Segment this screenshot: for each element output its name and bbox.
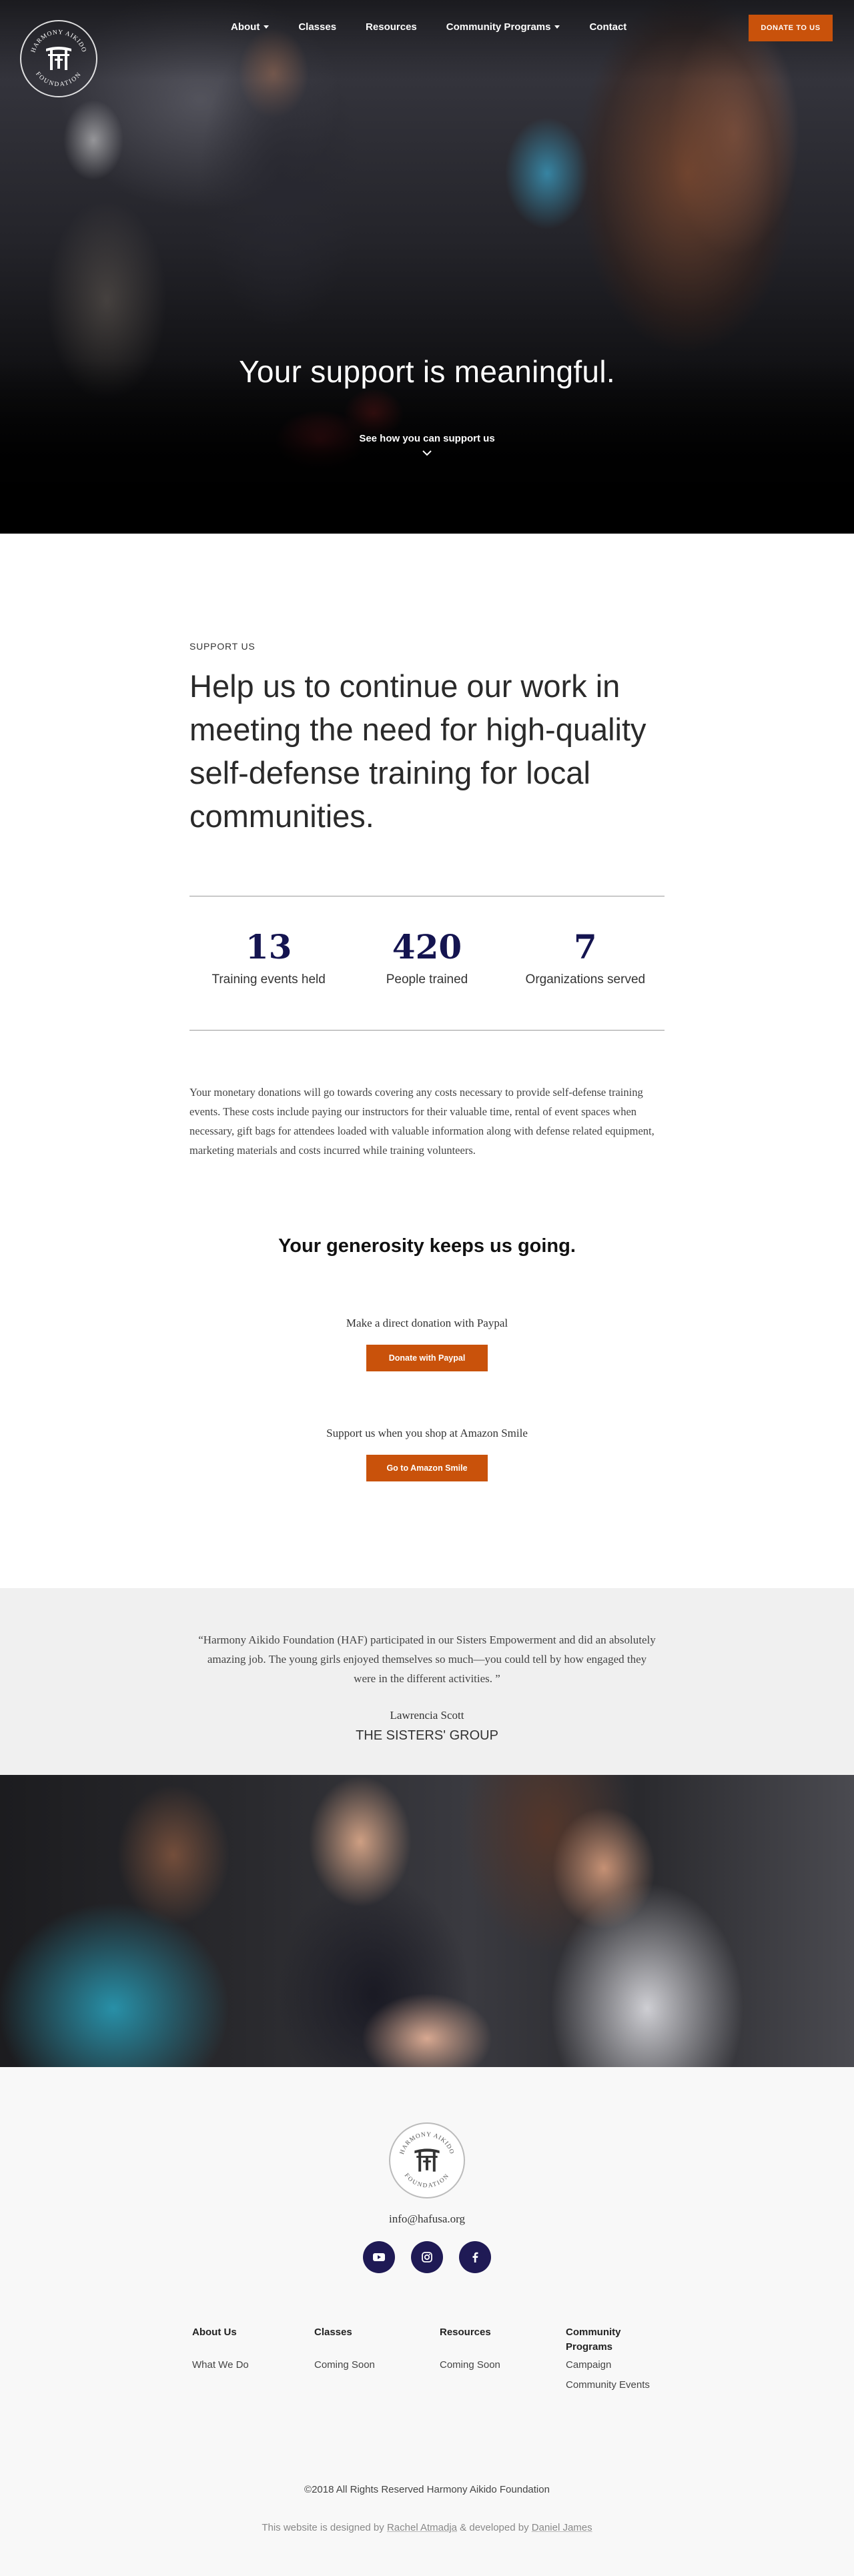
testimonial-quote: “Harmony Aikido Foundation (HAF) partici… <box>198 1634 656 1685</box>
site-logo[interactable]: HARMONY AIKIDO FOUNDATION <box>20 20 97 97</box>
stat-number: 420 <box>392 927 462 967</box>
stat-label: People trained <box>386 973 468 987</box>
torii-gate-logo-icon: HARMONY AIKIDO FOUNDATION <box>30 29 87 88</box>
paypal-label: Make a direct donation with Paypal <box>346 1317 508 1329</box>
footer-link[interactable]: Coming Soon <box>440 2358 540 2373</box>
footer-column-heading[interactable]: About Us <box>192 2325 292 2340</box>
main-nav: About Classes Resources Community Progra… <box>231 21 656 33</box>
stat-organizations-served: 7 Organizations served <box>506 927 665 987</box>
logo-text-top: HARMONY AIKIDO <box>30 29 87 53</box>
svg-text:FOUNDATION: FOUNDATION <box>403 2172 451 2190</box>
donation-description: Your monetary donations will go towards … <box>189 1086 655 1157</box>
stat-training-events: 13 Training events held <box>189 927 348 987</box>
stat-label: Training events held <box>211 973 326 987</box>
stat-label: Organizations served <box>525 973 646 987</box>
logo-text-top: HARMONY AIKIDO <box>399 2132 454 2156</box>
divider <box>189 1030 665 1031</box>
footer-column-heading[interactable]: Classes <box>314 2325 414 2340</box>
nav-item-contact[interactable]: Contact <box>589 21 626 33</box>
nav-item-resources[interactable]: Resources <box>366 21 417 33</box>
credits-middle: & developed by <box>457 2522 532 2533</box>
footer: HARMONY AIKIDO FOUNDATION info@hafusa.or… <box>0 2067 854 2576</box>
logo-text-bottom: FOUNDATION <box>34 71 82 88</box>
copyright-text: ©2018 All Rights Reserved Harmony Aikido… <box>304 2484 550 2495</box>
footer-column-community-programs: Community Programs Campaign Community Ev… <box>566 2325 653 2393</box>
donate-button-header[interactable]: DONATE TO US <box>749 15 833 41</box>
nav-item-label: Contact <box>589 21 627 33</box>
stat-people-trained: 420 People trained <box>348 927 506 987</box>
designer-link[interactable]: Rachel Atmadja <box>387 2522 457 2533</box>
credits-prefix: This website is designed by <box>262 2522 387 2533</box>
stats-row: 13 Training events held 420 People train… <box>189 927 665 987</box>
facebook-icon <box>472 2252 478 2263</box>
youtube-icon <box>373 2253 385 2261</box>
caret-down-icon <box>264 25 270 29</box>
testimonial-author: Lawrencia Scott <box>390 1709 464 1722</box>
stat-number: 13 <box>245 927 292 967</box>
footer-column-heading[interactable]: Resources <box>440 2325 540 2340</box>
nav-item-about[interactable]: About <box>231 21 270 33</box>
facebook-link[interactable] <box>459 2241 491 2273</box>
footer-column-heading[interactable]: Community Programs <box>566 2325 653 2355</box>
nav-item-community-programs[interactable]: Community Programs <box>446 21 560 33</box>
instagram-link[interactable] <box>411 2241 443 2273</box>
stat-number: 7 <box>573 927 597 967</box>
logo-text-bottom: FOUNDATION <box>403 2172 450 2190</box>
nav-item-label: About <box>231 21 260 33</box>
nav-item-label: Resources <box>366 21 417 33</box>
section-eyebrow: SUPPORT US <box>189 641 256 652</box>
donate-paypal-button[interactable]: Donate with Paypal <box>366 1345 488 1371</box>
site-credits: This website is designed by Rachel Atmad… <box>0 2522 854 2533</box>
chevron-down-icon[interactable] <box>421 447 433 459</box>
svg-text:FOUNDATION: FOUNDATION <box>34 71 83 88</box>
caret-down-icon <box>554 25 560 29</box>
instagram-icon <box>422 2252 432 2263</box>
nav-item-label: Community Programs <box>446 21 551 33</box>
footer-link[interactable]: Community Events <box>566 2378 653 2393</box>
footer-column-resources: Resources Coming Soon <box>440 2325 540 2373</box>
svg-text:HARMONY AIKIDO: HARMONY AIKIDO <box>399 2132 455 2156</box>
nav-item-classes[interactable]: Classes <box>298 21 336 33</box>
footer-column-classes: Classes Coming Soon <box>314 2325 414 2373</box>
svg-text:HARMONY AIKIDO: HARMONY AIKIDO <box>30 29 87 53</box>
footer-link[interactable]: Coming Soon <box>314 2358 414 2373</box>
torii-gate-logo-icon: HARMONY AIKIDO FOUNDATION <box>399 2132 455 2190</box>
hero-section: HARMONY AIKIDO FOUNDATION About Classes … <box>0 0 854 534</box>
generosity-heading: Your generosity keeps us going. <box>278 1235 576 1257</box>
hero-support-link[interactable]: See how you can support us <box>0 433 854 444</box>
footer-link[interactable]: Campaign <box>566 2358 653 2373</box>
training-photo <box>0 1775 854 2067</box>
youtube-link[interactable] <box>363 2241 395 2273</box>
hero-title: Your support is meaningful. <box>239 354 615 389</box>
amazon-label: Support us when you shop at Amazon Smile <box>326 1427 528 1439</box>
nav-item-label: Classes <box>298 21 337 33</box>
footer-logo[interactable]: HARMONY AIKIDO FOUNDATION <box>389 2122 465 2198</box>
footer-email[interactable]: info@hafusa.org <box>0 2212 854 2226</box>
amazon-smile-button[interactable]: Go to Amazon Smile <box>366 1455 488 1481</box>
testimonial-organization: THE SISTERS' GROUP <box>356 1728 498 1743</box>
support-headline: Help us to continue our work in meeting … <box>189 668 647 834</box>
social-links <box>0 2241 854 2273</box>
footer-link[interactable]: What We Do <box>192 2358 292 2373</box>
footer-column-about: About Us What We Do <box>192 2325 292 2373</box>
testimonial-section: “Harmony Aikido Foundation (HAF) partici… <box>0 1588 854 1775</box>
developer-link[interactable]: Daniel James <box>532 2522 592 2533</box>
